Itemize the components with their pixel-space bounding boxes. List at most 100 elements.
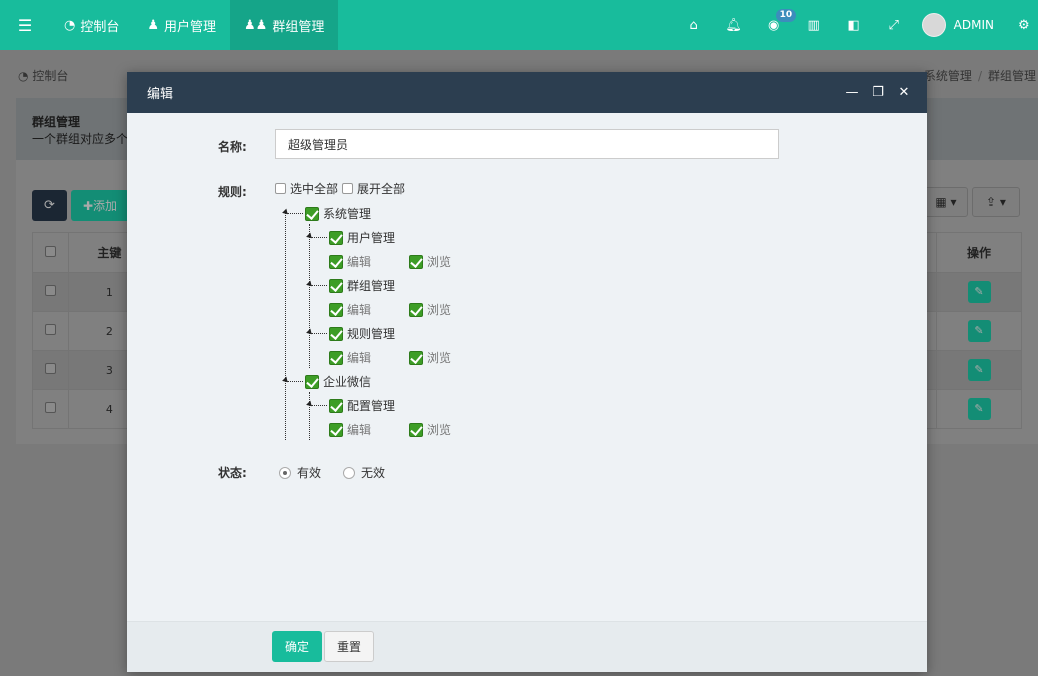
tree-connector xyxy=(311,405,327,406)
edit-modal: 编辑 — ❐ ✕ 名称: 规则: 选中全部 展开全部 系统管理 用 xyxy=(127,72,927,672)
checked-checkbox-icon[interactable] xyxy=(409,302,423,317)
select-all-checkbox[interactable] xyxy=(44,245,56,257)
tree-guide-line xyxy=(285,210,286,440)
row-checkbox[interactable] xyxy=(44,363,56,374)
trash-icon[interactable]: ▥ xyxy=(794,0,834,50)
tree-leaf-label: 编辑 xyxy=(347,351,372,365)
checked-checkbox-icon[interactable] xyxy=(329,326,343,341)
refresh-icon: ⟳ xyxy=(44,198,55,213)
tree-node-label: 群组管理 xyxy=(347,279,396,293)
edit-button[interactable]: ✎ xyxy=(967,320,991,342)
add-button[interactable]: ✚ 添加 xyxy=(71,190,129,221)
export-button[interactable]: ⇪ ▾ xyxy=(972,187,1020,217)
tree-leaf-browse[interactable]: 浏览 xyxy=(409,349,451,366)
dashboard-icon: ◔ xyxy=(64,17,76,33)
checked-checkbox-icon[interactable] xyxy=(329,302,343,317)
refresh-button[interactable]: ⟳ xyxy=(32,190,67,221)
edit-button[interactable]: ✎ xyxy=(967,398,991,420)
tree-leaf-label: 编辑 xyxy=(347,255,372,269)
tree-node-system[interactable]: 系统管理 xyxy=(305,205,371,222)
select-all-label: 选中全部 xyxy=(290,182,339,196)
github-icon[interactable]: ◉ 10 xyxy=(754,0,797,50)
modal-footer: 确定 重置 xyxy=(127,621,927,672)
modal-header: 编辑 — ❐ ✕ xyxy=(127,72,927,113)
tree-leaf-browse[interactable]: 浏览 xyxy=(409,301,451,318)
tree-node-group-mgmt[interactable]: 群组管理 xyxy=(329,277,395,294)
tree-leaf-edit[interactable]: 编辑 xyxy=(329,421,371,438)
checked-checkbox-icon[interactable] xyxy=(329,350,343,365)
rules-label: 规则: xyxy=(218,185,247,199)
tree-leaf-label: 浏览 xyxy=(427,351,452,365)
select-all-checkbox[interactable] xyxy=(275,183,286,194)
tree-node-user-mgmt[interactable]: 用户管理 xyxy=(329,229,395,246)
breadcrumb-item-groups[interactable]: 群组管理 xyxy=(988,69,1036,83)
nav-groups-label: 群组管理 xyxy=(272,19,325,35)
user-menu[interactable]: ADMIN xyxy=(914,13,1018,37)
checked-checkbox-icon[interactable] xyxy=(305,374,319,389)
breadcrumb-home-label: 控制台 xyxy=(32,69,69,83)
tree-node-config-mgmt[interactable]: 配置管理 xyxy=(329,397,395,414)
checked-checkbox-icon[interactable] xyxy=(409,254,423,269)
nav-groups[interactable]: ♟♟ 群组管理 xyxy=(230,0,339,50)
bell-icon[interactable]: 🔔︎ xyxy=(714,0,754,50)
row-checkbox-cell xyxy=(32,350,69,390)
permission-tree: 系统管理 用户管理 编辑 浏览 群组管理 编辑 浏览 规则管理 编辑 浏览 企业… xyxy=(275,202,575,442)
row-checkbox[interactable] xyxy=(44,402,56,413)
status-invalid-radio[interactable] xyxy=(343,466,356,479)
language-icon[interactable]: ◧ xyxy=(834,0,874,50)
tree-leaf-browse[interactable]: 浏览 xyxy=(409,253,451,270)
maximize-icon[interactable]: ❐ xyxy=(869,85,887,100)
close-icon[interactable]: ✕ xyxy=(895,85,913,100)
name-label: 名称: xyxy=(218,140,247,154)
tree-connector xyxy=(311,333,327,334)
checked-checkbox-icon[interactable] xyxy=(305,206,319,221)
navbar-right: ⌂ 🔔︎ ◉ 10 ▥ ◧ ⤢ ADMIN ⚙ xyxy=(674,0,1038,50)
checked-checkbox-icon[interactable] xyxy=(409,350,423,365)
tree-leaf-edit[interactable]: 编辑 xyxy=(329,253,371,270)
row-checkbox[interactable] xyxy=(44,324,56,335)
expand-all-label: 展开全部 xyxy=(357,182,406,196)
nav-users[interactable]: ♟ 用户管理 xyxy=(133,0,230,50)
checked-checkbox-icon[interactable] xyxy=(329,422,343,437)
user-name: ADMIN xyxy=(953,18,994,32)
tree-node-rule-mgmt[interactable]: 规则管理 xyxy=(329,325,395,342)
tree-connector xyxy=(311,237,327,238)
tree-node-wechat[interactable]: 企业微信 xyxy=(305,373,371,390)
tree-node-label: 用户管理 xyxy=(347,231,396,245)
top-navbar: ☰ ◔ 控制台 ♟ 用户管理 ♟♟ 群组管理 ⌂ 🔔︎ ◉ 10 ▥ ◧ ⤢ AD… xyxy=(0,0,1038,50)
tree-guide-line xyxy=(309,224,310,368)
row-checkbox[interactable] xyxy=(44,285,56,296)
breadcrumb-home[interactable]: ◔ 控制台 xyxy=(18,67,68,84)
row-actions: ✎ xyxy=(936,389,1022,429)
gears-icon[interactable]: ⚙ xyxy=(1018,18,1038,33)
grid-icon: ▦ ▾ xyxy=(935,195,957,209)
status-valid-radio[interactable] xyxy=(279,466,291,479)
edit-button[interactable]: ✎ xyxy=(967,359,991,381)
expand-all-checkbox[interactable] xyxy=(342,183,354,194)
breadcrumb: 系统管理 / 群组管理 xyxy=(924,67,1036,84)
edit-button[interactable]: ✎ xyxy=(967,281,991,303)
checked-checkbox-icon[interactable] xyxy=(409,422,423,437)
tree-leaf-edit[interactable]: 编辑 xyxy=(329,349,371,366)
tree-leaf-edit[interactable]: 编辑 xyxy=(329,301,371,318)
checked-checkbox-icon[interactable] xyxy=(329,254,343,269)
confirm-button[interactable]: 确定 xyxy=(272,631,322,662)
checked-checkbox-icon[interactable] xyxy=(329,278,343,293)
select-all-cell xyxy=(32,232,69,273)
menu-toggle-icon[interactable]: ☰ xyxy=(0,0,50,50)
tree-leaf-label: 编辑 xyxy=(347,303,372,317)
tree-leaf-browse[interactable]: 浏览 xyxy=(409,421,451,438)
checked-checkbox-icon[interactable] xyxy=(329,398,343,413)
breadcrumb-item-system[interactable]: 系统管理 xyxy=(924,69,972,83)
minimize-icon[interactable]: — xyxy=(843,85,861,100)
reset-button[interactable]: 重置 xyxy=(324,631,374,662)
fullscreen-icon[interactable]: ⤢ xyxy=(874,0,914,50)
dashboard-icon: ◔ xyxy=(18,69,29,83)
tree-controls: 选中全部 展开全部 xyxy=(275,180,405,197)
nav-dashboard[interactable]: ◔ 控制台 xyxy=(50,0,133,50)
columns-button[interactable]: ▦ ▾ xyxy=(924,187,968,217)
nav-users-label: 用户管理 xyxy=(164,19,217,35)
checked-checkbox-icon[interactable] xyxy=(329,230,343,245)
home-icon[interactable]: ⌂ xyxy=(674,0,714,50)
name-input[interactable] xyxy=(275,129,779,159)
